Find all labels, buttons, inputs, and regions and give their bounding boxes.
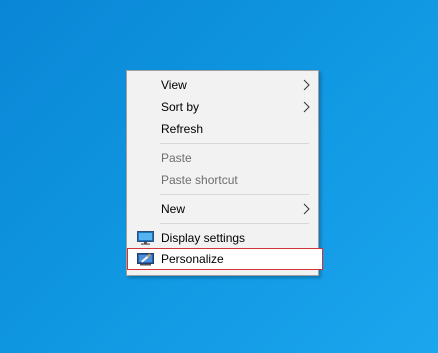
menu-item-paste: Paste: [128, 147, 317, 169]
menu-item-label: New: [161, 202, 186, 216]
menu-item-paste-shortcut: Paste shortcut: [128, 169, 317, 191]
chevron-right-icon: [303, 203, 310, 215]
menu-item-view[interactable]: View: [128, 74, 317, 96]
menu-separator: [160, 223, 309, 224]
menu-separator: [160, 194, 309, 195]
chevron-right-icon: [303, 79, 310, 91]
personalize-icon: [137, 253, 154, 266]
desktop[interactable]: View Sort by Refresh Paste Paste shortcu…: [0, 0, 438, 353]
chevron-right-icon: [303, 101, 310, 113]
menu-item-label: Paste: [161, 151, 192, 165]
menu-item-label: Paste shortcut: [161, 173, 238, 187]
menu-item-personalize[interactable]: Personalize: [127, 248, 323, 270]
menu-item-label: Sort by: [161, 100, 200, 114]
menu-item-label: Personalize: [161, 252, 224, 266]
menu-item-sort-by[interactable]: Sort by: [128, 96, 317, 118]
menu-item-new[interactable]: New: [128, 198, 317, 220]
menu-item-label: Refresh: [161, 122, 204, 136]
menu-separator: [160, 143, 309, 144]
menu-item-display-settings[interactable]: Display settings: [128, 227, 317, 249]
menu-item-label: Display settings: [161, 231, 246, 245]
menu-item-label: View: [161, 78, 187, 92]
display-icon: [137, 231, 154, 245]
desktop-context-menu: View Sort by Refresh Paste Paste shortcu…: [126, 70, 323, 276]
menu-item-refresh[interactable]: Refresh: [128, 118, 317, 140]
